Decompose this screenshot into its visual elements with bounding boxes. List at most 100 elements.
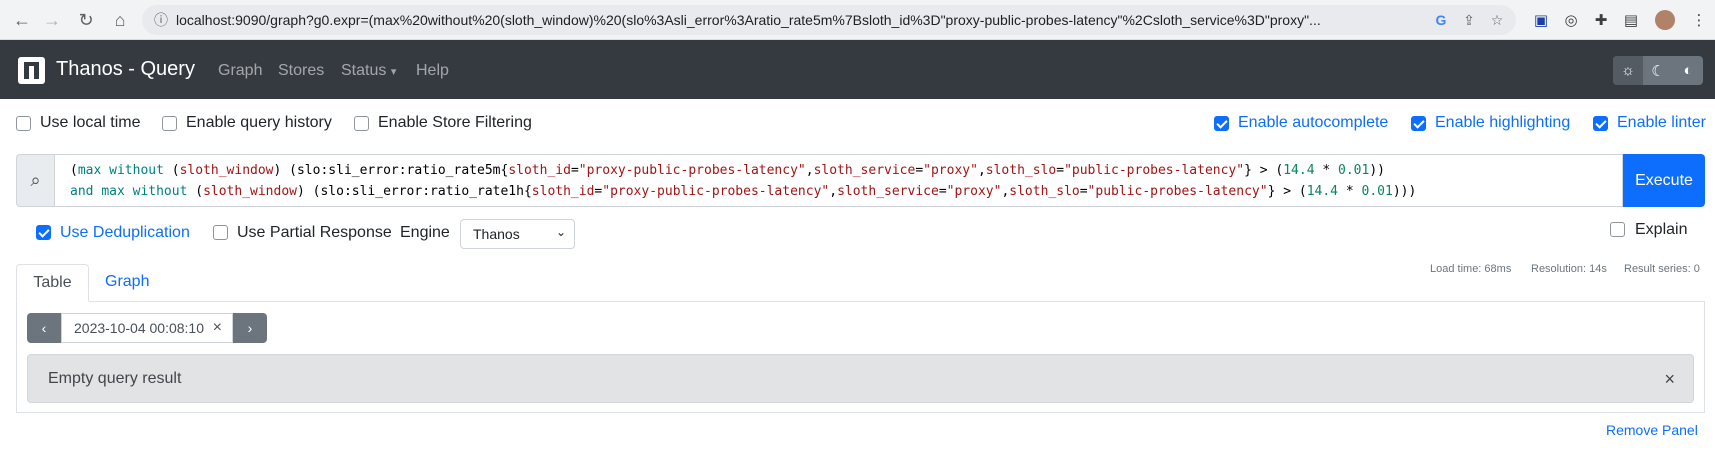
menu-kebab-icon[interactable]: ⋮ (1688, 9, 1710, 31)
use-partial-response-label[interactable]: Use Partial Response (237, 224, 392, 242)
query-token: } > ( (1244, 163, 1284, 178)
explain-checkbox[interactable] (1610, 222, 1625, 237)
query-label-name: sloth_service (813, 163, 916, 178)
chevron-left-icon[interactable]: ‹ (27, 313, 61, 343)
chevron-right-icon[interactable]: › (233, 313, 267, 343)
query-label-name: sloth_service (837, 184, 939, 199)
site-info-icon[interactable]: ⓘ (152, 11, 170, 29)
nav-stores[interactable]: Stores (278, 62, 324, 80)
query-keyword: and (70, 184, 102, 199)
forward-arrow-icon[interactable]: → (40, 8, 64, 32)
query-token: = (1079, 184, 1088, 199)
google-lens-icon[interactable]: G (1432, 11, 1450, 29)
query-token: * (1338, 184, 1362, 199)
bookmark-star-icon[interactable]: ☆ (1488, 11, 1506, 29)
use-deduplication-label[interactable]: Use Deduplication (60, 224, 190, 242)
query-label-value: "proxy" (946, 184, 1002, 199)
query-token: , (977, 163, 986, 178)
query-token: * (1314, 163, 1339, 178)
use-local-time-checkbox[interactable] (16, 116, 31, 131)
clear-time-icon[interactable]: × (213, 319, 222, 337)
sun-icon[interactable]: ☼ (1613, 56, 1643, 85)
enable-query-history-checkbox[interactable] (162, 116, 177, 131)
query-label-name: sloth_window (179, 163, 274, 178)
enable-highlighting-checkbox[interactable] (1411, 116, 1426, 131)
query-label-name: sloth_id (508, 163, 571, 178)
query-label-value: "proxy-public-probes-latency" (602, 184, 830, 199)
engine-selected-value: Thanos (473, 226, 520, 242)
extensions-puzzle-icon[interactable]: ✚ (1590, 9, 1612, 31)
caret-down-icon: ▾ (390, 66, 397, 78)
resolution: Resolution: 14s (1531, 263, 1607, 275)
enable-highlighting-label[interactable]: Enable highlighting (1435, 114, 1570, 132)
query-keyword: max without (77, 163, 164, 178)
query-label-name: sloth_window (203, 184, 297, 199)
close-icon[interactable]: × (1664, 369, 1675, 390)
use-deduplication-checkbox[interactable] (36, 225, 51, 240)
engine-label: Engine (400, 224, 450, 241)
query-label-value: "public-probes-latency" (1064, 163, 1245, 178)
explain-label[interactable]: Explain (1635, 221, 1687, 239)
query-number: 14.4 (1306, 184, 1339, 199)
execute-button[interactable]: Execute (1623, 154, 1705, 207)
query-token: ) (slo:sli_error:ratio_rate5m{ (273, 163, 509, 178)
enable-store-filtering-label[interactable]: Enable Store Filtering (378, 114, 532, 132)
enable-linter-label[interactable]: Enable linter (1617, 114, 1706, 132)
nav-status[interactable]: Status ▾ (341, 62, 396, 80)
empty-result-message: Empty query result (48, 370, 182, 387)
extension-icon[interactable]: ▣ (1530, 9, 1552, 31)
enable-linter-checkbox[interactable] (1593, 116, 1608, 131)
query-token: , (805, 163, 814, 178)
nav-status-label: Status (341, 62, 387, 79)
query-expression-input[interactable]: (max without (sloth_window) (slo:sli_err… (54, 154, 1623, 207)
side-panel-icon[interactable]: ▤ (1620, 9, 1642, 31)
query-token: = (1056, 163, 1065, 178)
chevron-down-icon: ⌄ (555, 225, 566, 239)
enable-autocomplete-label[interactable]: Enable autocomplete (1238, 114, 1388, 132)
nav-graph[interactable]: Graph (218, 62, 262, 80)
address-url[interactable]: localhost:9090/graph?g0.expr=(max%20with… (176, 12, 1436, 28)
tab-table[interactable]: Table (16, 264, 89, 302)
use-partial-response-checkbox[interactable] (213, 225, 228, 240)
query-token: ( (187, 184, 204, 199)
query-token: = (570, 163, 579, 178)
enable-query-history-label[interactable]: Enable query history (186, 114, 332, 132)
query-number: 0.01 (1338, 163, 1370, 178)
reload-icon[interactable]: ↻ (74, 8, 98, 32)
address-bar[interactable]: ⓘ localhost:9090/graph?g0.expr=(max%20wi… (142, 5, 1516, 35)
profile-avatar[interactable] (1655, 10, 1675, 30)
app-navbar: Thanos - Query Graph Stores Status ▾ Hel… (0, 40, 1715, 99)
query-token: ( (163, 163, 180, 178)
thanos-logo-icon (18, 57, 45, 84)
query-label-name: sloth_slo (985, 163, 1057, 178)
evaluation-time-input[interactable]: 2023-10-04 00:08:10 × (61, 313, 233, 343)
brand-title[interactable]: Thanos - Query (56, 58, 195, 81)
engine-select[interactable]: Thanos ⌄ (460, 219, 575, 249)
query-line-1: (max without (sloth_window) (slo:sli_err… (70, 163, 1385, 178)
enable-store-filtering-checkbox[interactable] (354, 116, 369, 131)
share-icon[interactable]: ⇪ (1460, 11, 1478, 29)
remove-panel-link[interactable]: Remove Panel (1606, 422, 1698, 438)
query-token: = (915, 163, 924, 178)
home-icon[interactable]: ⌂ (108, 8, 132, 32)
query-label-value: "public-probes-latency" (1087, 184, 1268, 199)
evaluation-time-value: 2023-10-04 00:08:10 (74, 320, 204, 336)
load-time: Load time: 68ms (1430, 263, 1512, 275)
query-number: 14.4 (1283, 163, 1315, 178)
theme-switcher: ☼ ☾ ◐ (1613, 56, 1703, 85)
query-line-2: and max without (sloth_window) (slo:sli_… (70, 184, 1416, 199)
moon-icon[interactable]: ☾ (1643, 56, 1673, 85)
nav-help[interactable]: Help (416, 62, 449, 80)
enable-autocomplete-checkbox[interactable] (1214, 116, 1229, 131)
tab-graph[interactable]: Graph (105, 273, 149, 291)
query-label-name: sloth_slo (1009, 184, 1080, 199)
use-local-time-label[interactable]: Use local time (40, 114, 140, 132)
result-series: Result series: 0 (1624, 263, 1700, 275)
back-arrow-icon[interactable]: ← (10, 8, 34, 32)
query-token: ))) (1392, 184, 1417, 199)
query-label-value: "proxy-public-probes-latency" (578, 163, 806, 178)
contrast-icon[interactable]: ◐ (1673, 56, 1703, 85)
extension-icon[interactable]: ◎ (1560, 9, 1582, 31)
query-number: 0.01 (1361, 184, 1393, 199)
query-token: , (829, 184, 838, 199)
